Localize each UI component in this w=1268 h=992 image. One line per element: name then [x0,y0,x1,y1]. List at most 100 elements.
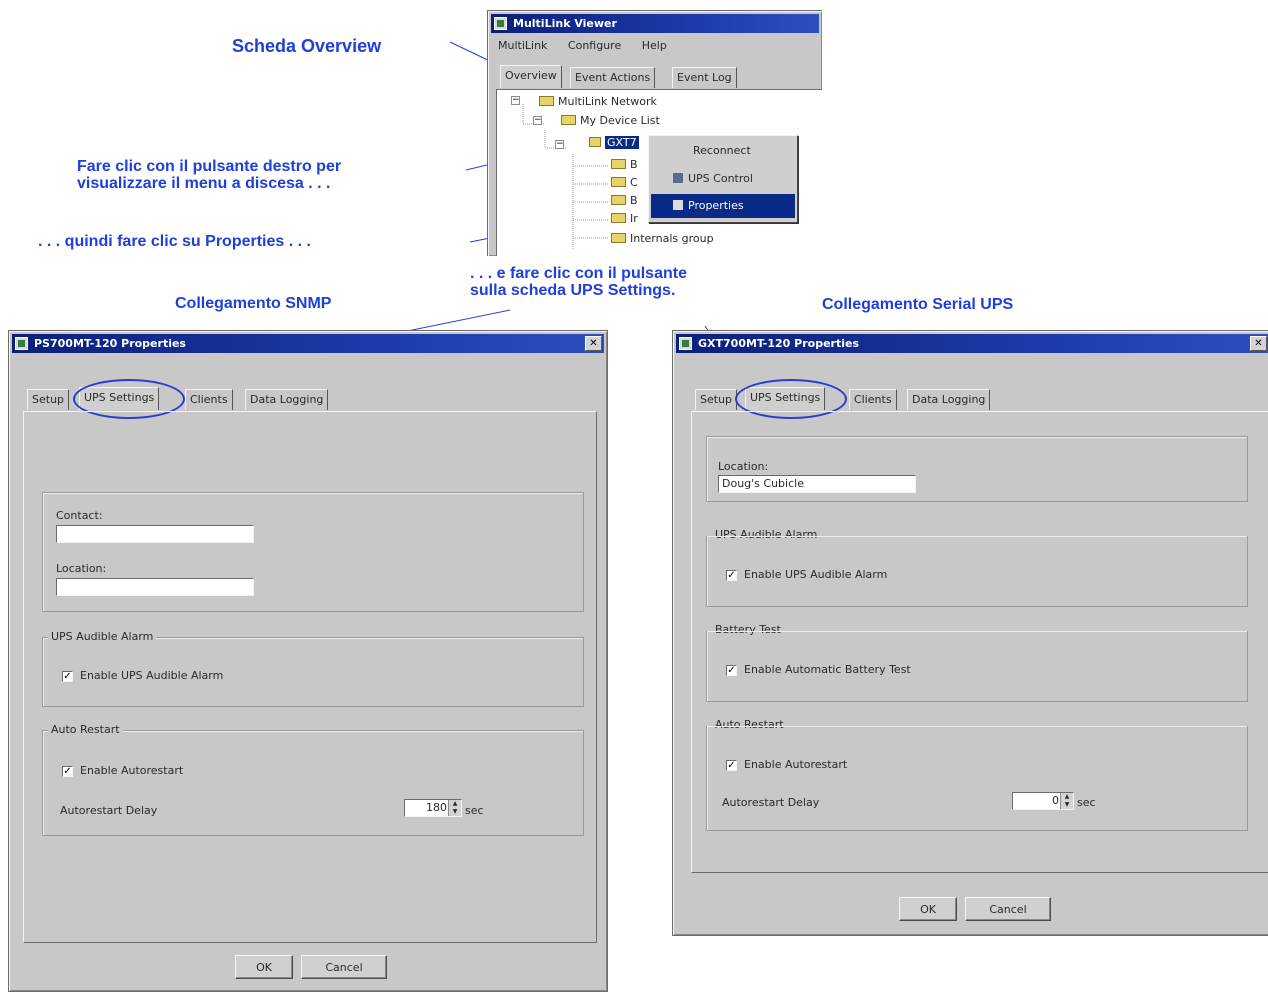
callout-ups-settings: . . . e fare clic con il pulsante sulla … [470,265,687,299]
restart-checkbox[interactable]: ✓ [726,760,737,771]
tree-device-list-label: My Device List [580,114,660,127]
restart-checkbox-label: Enable Autorestart [80,764,184,777]
delay-value: 0 [1052,794,1059,807]
folder-icon [611,213,626,223]
tree-child-4[interactable]: Ir [611,212,638,226]
ctx-ups-control[interactable]: UPS Control [651,167,795,191]
snmp-tab-panel: Contact: Location: UPS Audible Alarm ✓ E… [23,411,597,943]
app-icon [494,17,507,30]
tab-clients[interactable]: Clients [185,389,233,410]
tab-clients[interactable]: Clients [849,389,897,410]
ctx-ups-control-label: UPS Control [688,172,753,185]
tree-selected-device-label: GXT7 [605,136,639,149]
pointer-overview [449,41,493,63]
folder-icon [539,96,554,106]
menu-multilink[interactable]: MultiLink [498,39,547,52]
tree-child-3-label: B [630,194,638,207]
location-field[interactable] [56,578,254,596]
expander-root[interactable]: − [511,96,520,105]
menu-configure[interactable]: Configure [568,39,621,52]
tree-child-3[interactable]: B [611,194,638,208]
restart-group-label: Auto Restart [48,723,123,736]
delay-stepper[interactable]: 0 ▲ ▼ [1012,792,1074,810]
callout-ups-settings-line1: . . . e fare clic con il pulsante [470,265,687,282]
delay-stepper[interactable]: 180 ▲ ▼ [404,799,462,817]
tab-data-logging[interactable]: Data Logging [245,389,329,410]
tab-setup[interactable]: Setup [27,389,70,410]
tree-root[interactable]: MultiLink Network [539,95,657,109]
ctx-properties[interactable]: Properties [651,194,795,218]
tab-overview[interactable]: Overview [500,65,562,88]
cancel-button[interactable]: Cancel [965,897,1051,921]
callout-snmp-link: Collegamento SNMP [175,295,332,312]
folder-icon [589,137,601,147]
restart-checkbox[interactable]: ✓ [62,766,73,777]
ok-button[interactable]: OK [899,897,957,921]
alarm-checkbox[interactable]: ✓ [62,671,73,682]
callout-overview-tab: Scheda Overview [232,36,382,56]
app-icon [679,337,692,350]
location-label: Location: [56,562,107,575]
callout-click-properties: . . . quindi fare clic su Properties . .… [38,233,311,250]
properties-icon [673,200,683,210]
folder-icon [611,195,626,205]
tab-data-logging[interactable]: Data Logging [907,389,991,410]
serial-title: GXT700MT-120 Properties [698,337,860,350]
tree-child-2-label: C [630,176,638,189]
ups-control-icon [673,173,683,183]
tab-event-actions[interactable]: Event Actions [570,67,656,88]
snmp-properties-dialog: PS700MT-120 Properties ✕ Setup UPS Setti… [8,330,608,992]
restart-group [42,730,584,836]
ok-button[interactable]: OK [235,955,293,979]
contact-label: Contact: [56,509,103,522]
restart-group [706,726,1248,831]
callout-right-click-line2: visualizzare il menu a discesa . . . [77,175,331,192]
app-icon [15,337,28,350]
close-icon[interactable]: ✕ [585,336,602,351]
restart-checkbox-label: Enable Autorestart [744,758,848,771]
callout-right-click-line1: Fare clic con il pulsante destro per [77,158,342,175]
alarm-checkbox-label: Enable UPS Audible Alarm [80,669,224,682]
alarm-checkbox-label: Enable UPS Audible Alarm [744,568,888,581]
context-menu: Reconnect UPS Control Properties [648,135,798,223]
ctx-reconnect[interactable]: Reconnect [651,139,795,163]
tree-child-1[interactable]: B [611,158,638,172]
folder-icon [611,177,626,187]
cancel-button[interactable]: Cancel [301,955,387,979]
delay-unit: sec [465,804,484,817]
tree-child-2[interactable]: C [611,176,638,190]
serial-properties-dialog: GXT700MT-120 Properties ✕ Setup UPS Sett… [672,330,1268,936]
callout-right-click: Fare clic con il pulsante destro per vis… [77,158,341,192]
battery-checkbox-label: Enable Automatic Battery Test [744,663,911,676]
multilink-viewer-window: MultiLink Viewer MultiLink Configure Hel… [487,10,822,256]
tree-device-list[interactable]: My Device List [561,114,660,128]
battery-checkbox[interactable]: ✓ [726,665,737,676]
alarm-group-label: UPS Audible Alarm [48,630,157,643]
delay-label: Autorestart Delay [722,796,820,809]
stepper-arrows-icon[interactable]: ▲ ▼ [1060,793,1073,809]
tree-child-4-label: Ir [630,212,638,225]
serial-titlebar: GXT700MT-120 Properties ✕ [676,334,1268,353]
alarm-checkbox[interactable]: ✓ [726,570,737,581]
stepper-arrows-icon[interactable]: ▲ ▼ [448,800,461,816]
tab-event-log[interactable]: Event Log [672,67,737,88]
location-field[interactable]: Doug's Cubicle [718,475,916,493]
tree-internals-group[interactable]: Internals group [611,232,714,246]
snmp-titlebar: PS700MT-120 Properties ✕ [12,334,604,353]
snmp-title: PS700MT-120 Properties [34,337,186,350]
menu-help[interactable]: Help [642,39,667,52]
delay-unit: sec [1077,796,1096,809]
serial-tab-panel: Location: Doug's Cubicle UPS Audible Ala… [691,411,1268,873]
contact-field[interactable] [56,525,254,543]
close-icon[interactable]: ✕ [1250,336,1267,351]
expander-device-list[interactable]: − [533,116,542,125]
callout-ups-settings-line2: sulla scheda UPS Settings. [470,282,676,299]
tab-setup[interactable]: Setup [695,389,738,410]
folder-icon [611,233,626,243]
viewer-tabs: Overview Event Actions Event Log [500,65,820,89]
ctx-properties-label: Properties [688,199,744,212]
folder-icon [561,115,576,125]
tree-selected-device[interactable]: GXT7 [589,136,639,150]
tree-internals-group-label: Internals group [630,232,714,245]
expander-device[interactable]: − [555,140,564,149]
